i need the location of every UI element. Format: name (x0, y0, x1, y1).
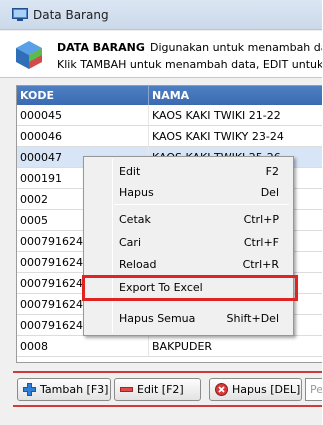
menu-item-reload[interactable]: Reload Ctrl+R (86, 254, 291, 275)
toolbar: Tambah [F3] Edit [F2] Hapus [DEL] Pen (13, 371, 323, 407)
menu-separator (114, 204, 289, 205)
delete-icon (215, 383, 228, 396)
column-divider (148, 86, 149, 105)
header-description: Digunakan untuk menambah data b (150, 41, 322, 54)
menu-item-hapus[interactable]: Hapus Del (86, 182, 291, 203)
menu-item-cari[interactable]: Cari Ctrl+F (86, 232, 291, 253)
cell-kode: 000791624 (20, 298, 83, 311)
add-button-label: Tambah [F3] (40, 383, 109, 396)
delete-button-label: Hapus [DEL] (232, 383, 301, 396)
cell-kode: 000791624 (20, 277, 83, 290)
search-input[interactable]: Pen (305, 378, 323, 401)
cell-nama: BAKPUDER (152, 340, 213, 353)
context-menu: Edit F2 Hapus Del Cetak Ctrl+P Cari Ctrl+F Reloa… (83, 156, 294, 336)
menu-item-cetak[interactable]: Cetak Ctrl+P (86, 209, 291, 230)
window-title: Data Barang (33, 8, 109, 22)
cell-nama: KAOS KAKI TWIKY 23-24 (152, 130, 284, 143)
menu-item-shortcut: Ctrl+F (243, 236, 279, 249)
table-row[interactable]: 0008 BAKPUDER (17, 336, 322, 357)
column-header-kode[interactable]: KODE (20, 89, 54, 102)
page-title: DATA BARANG (57, 41, 145, 54)
delete-button[interactable]: Hapus [DEL] (209, 378, 302, 401)
cell-kode: 0008 (20, 340, 48, 353)
menu-item-hapus-semua[interactable]: Hapus Semua Shift+Del (86, 308, 291, 329)
minus-icon (120, 387, 133, 392)
cell-kode: 0005 (20, 214, 48, 227)
cell-kode: 000791624 (20, 235, 83, 248)
menu-item-label: Cari (119, 236, 141, 249)
cell-kode: 000791624 (20, 319, 83, 332)
menu-item-label: Hapus (119, 186, 154, 199)
plus-icon (23, 383, 36, 396)
menu-item-shortcut: Shift+Del (226, 312, 279, 325)
edit-button-label: Edit [F2] (137, 383, 184, 396)
menu-item-shortcut: Del (260, 186, 279, 199)
menu-item-label: Edit (119, 165, 141, 178)
menu-item-shortcut: Ctrl+P (243, 213, 279, 226)
column-header-nama[interactable]: NAMA (152, 89, 189, 102)
menu-item-label: Reload (119, 258, 157, 271)
cell-kode: 000047 (20, 151, 62, 164)
window-icon (12, 8, 28, 21)
cell-divider (148, 105, 149, 126)
cell-kode: 000791624 (20, 256, 83, 269)
menu-item-shortcut: Ctrl+R (242, 258, 279, 271)
title-bar[interactable]: Data Barang (0, 0, 322, 30)
add-button[interactable]: Tambah [F3] (17, 378, 111, 401)
header-instructions: Klik TAMBAH untuk menambah data, EDIT un… (57, 58, 323, 71)
cell-kode: 000046 (20, 130, 62, 143)
header-panel: DATA BARANG Digunakan untuk menambah dat… (0, 31, 323, 78)
cell-divider (148, 126, 149, 147)
cell-nama: KAOS KAKI TWIKI 21-22 (152, 109, 281, 122)
table-row[interactable]: 000045 KAOS KAKI TWIKI 21-22 (17, 105, 322, 126)
cell-kode: 000045 (20, 109, 62, 122)
cell-kode: 000191 (20, 172, 62, 185)
grid-header: KODE NAMA (17, 86, 322, 105)
search-placeholder: Pen (310, 383, 323, 396)
highlight-annotation (82, 275, 298, 301)
cell-kode: 0002 (20, 193, 48, 206)
menu-item-label: Cetak (119, 213, 151, 226)
edit-button[interactable]: Edit [F2] (114, 378, 201, 401)
cell-divider (148, 336, 149, 357)
menu-item-edit[interactable]: Edit F2 (86, 161, 291, 182)
cube-icon (16, 41, 42, 69)
menu-item-label: Hapus Semua (119, 312, 196, 325)
menu-item-shortcut: F2 (265, 165, 279, 178)
table-row[interactable]: 000046 KAOS KAKI TWIKY 23-24 (17, 126, 322, 147)
